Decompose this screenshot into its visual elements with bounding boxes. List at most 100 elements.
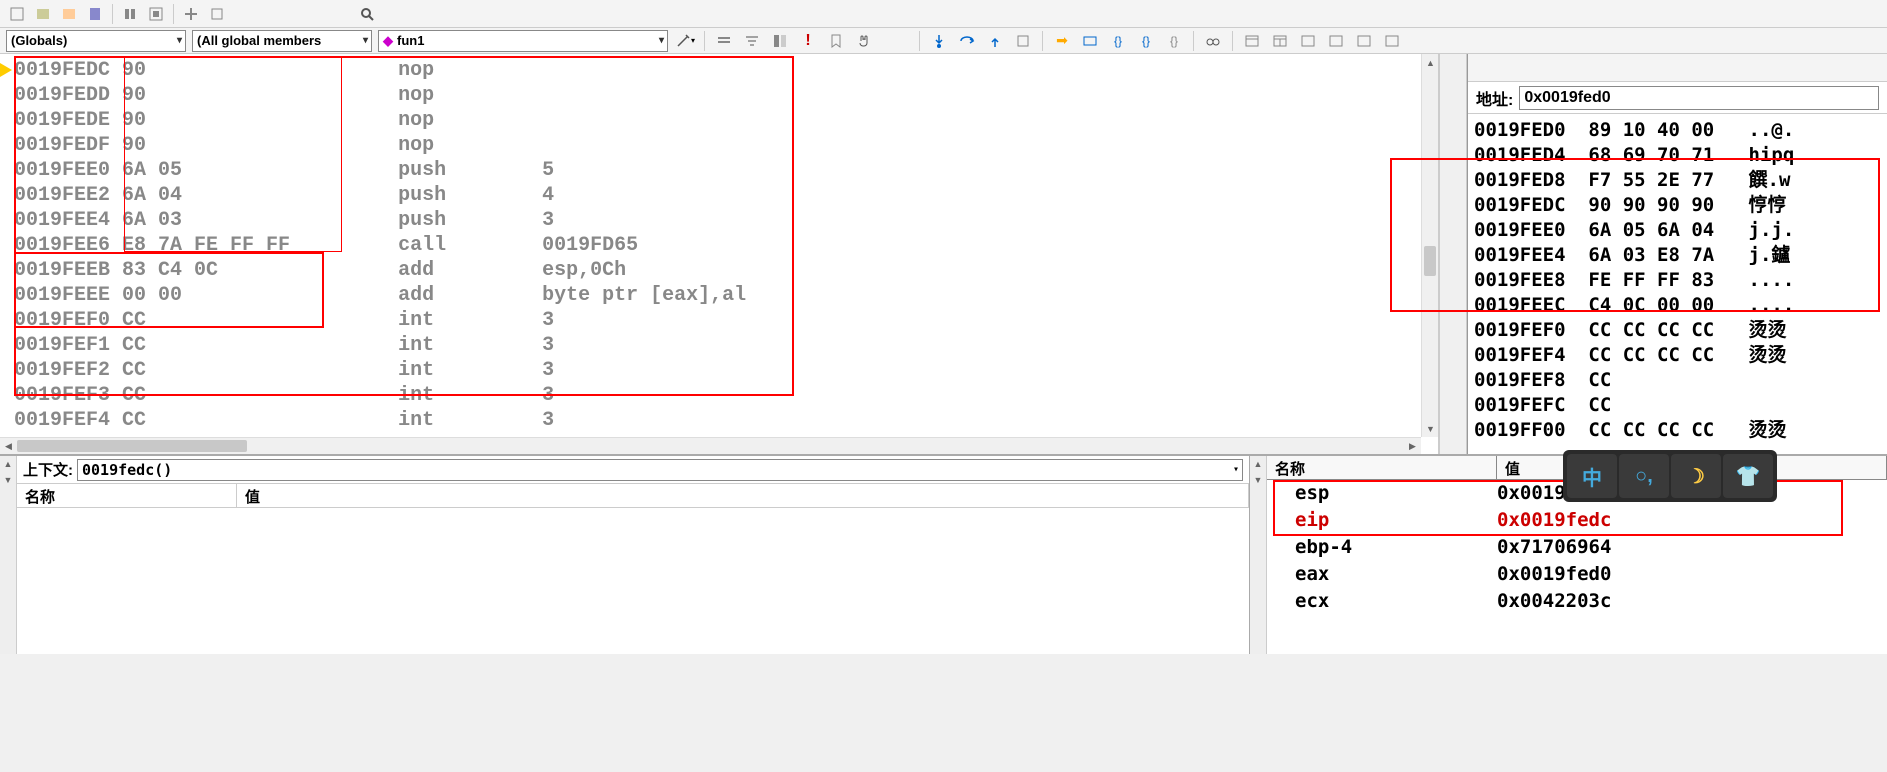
braces-icon[interactable]: {} [1107,30,1129,52]
binoculars-icon[interactable] [1202,30,1224,52]
memory-row[interactable]: 0019FEF8 CC [1474,368,1881,393]
toolbar-icon[interactable] [145,3,167,25]
watch-row[interactable]: eax0x0019fed0 [1267,561,1887,588]
scope-label: (Globals) [11,33,67,48]
toolbar-icon[interactable] [825,30,847,52]
ime-key[interactable]: ☽ [1671,454,1721,498]
context-label: 上下文: [23,459,73,480]
memory-row[interactable]: 0019FED8 F7 55 2E 77 饌.w [1474,168,1881,193]
memory-row[interactable]: 0019FED0 89 10 40 00 ..@. [1474,118,1881,143]
memory-pane: 地址: 0019FED0 89 10 40 00 ..@.0019FED4 68… [1467,54,1887,454]
arrow-right-icon[interactable]: ➡ [1051,30,1073,52]
memory-dump[interactable]: 0019FED0 89 10 40 00 ..@.0019FED4 68 69 … [1468,114,1887,447]
disasm-line[interactable]: 0019FEE4 6A 03 push 3 [14,208,1438,233]
disasm-line[interactable]: 0019FEF4 CC int 3 [14,408,1438,433]
toolbar-icon[interactable] [32,3,54,25]
disasm-line[interactable]: 0019FEE0 6A 05 push 5 [14,158,1438,183]
disassembly-pane[interactable]: 0019FEDC 90 nop 0019FEDD 90 nop 0019FEDE… [0,54,1439,454]
watch-name: eax [1267,561,1497,588]
hand-icon[interactable] [853,30,875,52]
disasm-line[interactable]: 0019FEF2 CC int 3 [14,358,1438,383]
toolbar-icon[interactable] [180,3,202,25]
toolbar-icon[interactable] [206,3,228,25]
braces-icon[interactable]: {} [1135,30,1157,52]
context-combo[interactable]: 0019fedc() [77,459,1243,481]
scroll-down-icon[interactable]: ▼ [1422,420,1439,437]
scroll-up-icon[interactable]: ▲ [1250,456,1266,472]
toolbar-icon[interactable] [713,30,735,52]
ime-toolbar[interactable]: 中 ○, ☽ 👕 [1563,450,1777,502]
scroll-thumb[interactable] [17,440,247,452]
toolbar-icon[interactable] [1079,30,1101,52]
window-icon[interactable] [1353,30,1375,52]
horizontal-scrollbar[interactable]: ◀ ▶ [0,437,1421,454]
scroll-up-icon[interactable]: ▲ [1422,54,1439,71]
side-scroll[interactable]: ▲ ▼ [1250,456,1267,654]
wand-icon[interactable]: ▾ [674,30,696,52]
disasm-line[interactable]: 0019FEDC 90 nop [14,58,1438,83]
ime-key[interactable]: 👕 [1723,454,1773,498]
window-icon[interactable] [1325,30,1347,52]
side-scroll[interactable]: ▲ ▼ [0,456,17,654]
toolbar-icon[interactable] [58,3,80,25]
window-icon[interactable] [1269,30,1291,52]
address-input[interactable] [1519,86,1879,110]
toolbar-icon[interactable] [6,3,28,25]
window-icon[interactable] [1297,30,1319,52]
toolbar-icon[interactable] [769,30,791,52]
ime-key[interactable]: ○, [1619,454,1669,498]
scroll-up-icon[interactable]: ▲ [0,456,16,472]
window-icon[interactable] [1241,30,1263,52]
step-over-icon[interactable] [956,30,978,52]
window-icon[interactable] [1381,30,1403,52]
toolbar-icon[interactable] [119,3,141,25]
context-pane: 上下文: 0019fedc() 名称 值 [17,456,1250,654]
memory-row[interactable]: 0019FEE8 FE FF FF 83 .... [1474,268,1881,293]
disasm-line[interactable]: 0019FEE6 E8 7A FE FF FF call 0019FD65 [14,233,1438,258]
memory-row[interactable]: 0019FEE0 6A 05 6A 04 j.j. [1474,218,1881,243]
disasm-line[interactable]: 0019FEE2 6A 04 push 4 [14,183,1438,208]
scroll-left-icon[interactable]: ◀ [0,438,17,454]
scope-bar: (Globals) (All global members ◆ fun1 ▾ !… [0,28,1887,54]
disasm-line[interactable]: 0019FEEB 83 C4 0C add esp,0Ch [14,258,1438,283]
memory-row[interactable]: 0019FEE4 6A 03 E8 7A j.鑪 [1474,243,1881,268]
step-into-icon[interactable] [928,30,950,52]
find-icon[interactable] [356,3,378,25]
scroll-down-icon[interactable]: ▼ [0,472,16,488]
step-out-icon[interactable] [984,30,1006,52]
current-line-icon [0,63,12,77]
scroll-right-icon[interactable]: ▶ [1404,438,1421,454]
braces-icon[interactable]: {} [1163,30,1185,52]
exclaim-icon[interactable]: ! [797,30,819,52]
toolbar-icon[interactable] [741,30,763,52]
members-combo[interactable]: (All global members [192,30,372,52]
disasm-line[interactable]: 0019FEF0 CC int 3 [14,308,1438,333]
scroll-thumb[interactable] [1424,246,1436,276]
scope-combo[interactable]: (Globals) [6,30,186,52]
function-combo[interactable]: ◆ fun1 [378,30,668,52]
disasm-line[interactable]: 0019FEF1 CC int 3 [14,333,1438,358]
main-toolbar [0,0,1887,28]
watch-row[interactable]: ebp-40x71706964 [1267,534,1887,561]
memory-row[interactable]: 0019FED4 68 69 70 71 hipq [1474,143,1881,168]
watch-row[interactable]: eip0x0019fedc [1267,507,1887,534]
disasm-line[interactable]: 0019FEF3 CC int 3 [14,383,1438,408]
memory-row[interactable]: 0019FEFC CC [1474,393,1881,418]
disasm-line[interactable]: 0019FEDE 90 nop [14,108,1438,133]
watch-value: 0x0019fed0 [1497,561,1887,588]
ime-key[interactable]: 中 [1567,454,1617,498]
function-label: fun1 [397,33,424,48]
memory-row[interactable]: 0019FEF4 CC CC CC CC 烫烫 [1474,343,1881,368]
toolbar-icon[interactable] [1012,30,1034,52]
disasm-line[interactable]: 0019FEEE 00 00 add byte ptr [eax],al [14,283,1438,308]
memory-row[interactable]: 0019FEF0 CC CC CC CC 烫烫 [1474,318,1881,343]
memory-row[interactable]: 0019FF00 CC CC CC CC 烫烫 [1474,418,1881,443]
vertical-scrollbar[interactable]: ▲ ▼ [1421,54,1438,437]
watch-row[interactable]: ecx0x0042203c [1267,588,1887,615]
toolbar-icon[interactable] [84,3,106,25]
scroll-down-icon[interactable]: ▼ [1250,472,1266,488]
disasm-line[interactable]: 0019FEDF 90 nop [14,133,1438,158]
disasm-line[interactable]: 0019FEDD 90 nop [14,83,1438,108]
memory-row[interactable]: 0019FEEC C4 0C 00 00 .... [1474,293,1881,318]
memory-row[interactable]: 0019FEDC 90 90 90 90 悙悙 [1474,193,1881,218]
